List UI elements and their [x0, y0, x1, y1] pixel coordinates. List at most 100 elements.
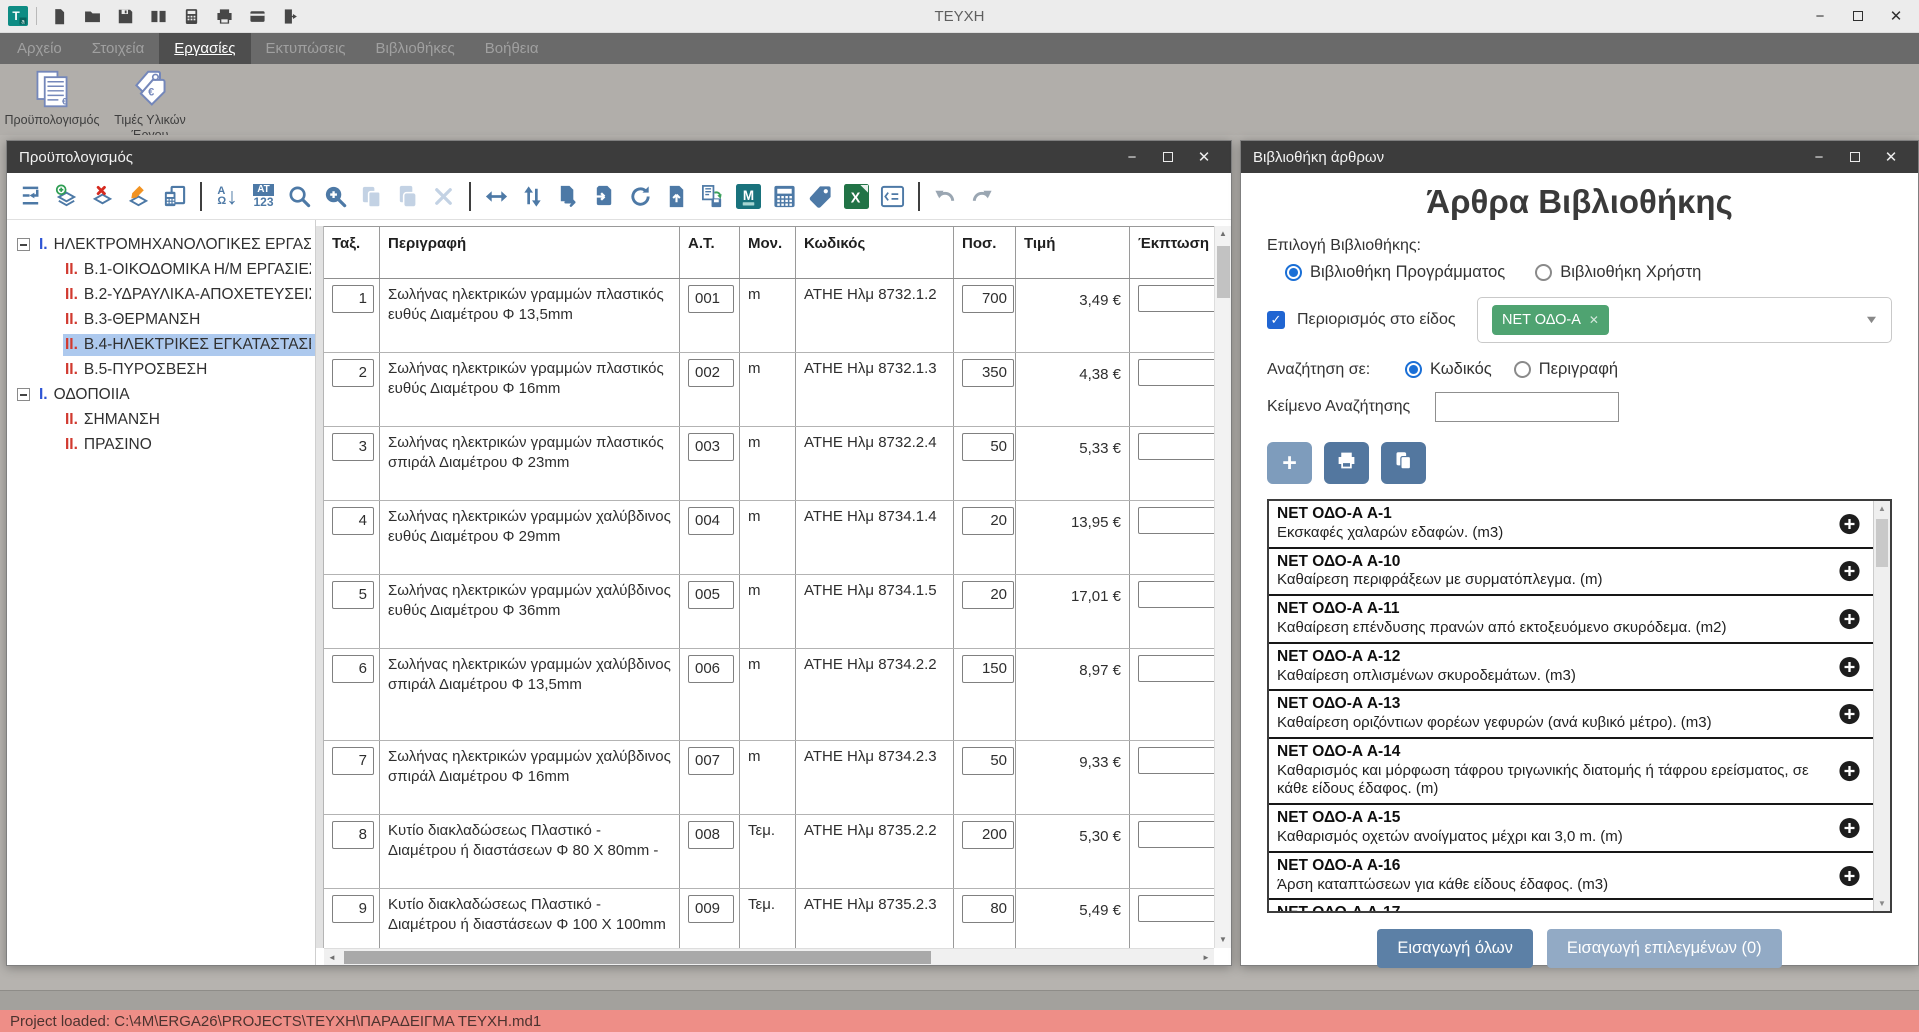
copy-button[interactable]	[1381, 442, 1426, 484]
save-icon[interactable]	[111, 4, 139, 28]
print-button[interactable]	[1324, 442, 1369, 484]
at-input[interactable]: 003	[688, 433, 734, 461]
article-item[interactable]: ΝΕΤ ΟΔΟ-Α Α-10 Καθαίρεση περιφράξεων με …	[1269, 549, 1873, 597]
add-article-plus-icon[interactable]	[1838, 512, 1861, 535]
scroll-thumb[interactable]	[1217, 246, 1230, 298]
tax-input[interactable]: 2	[332, 359, 374, 387]
add-item-icon[interactable]	[53, 183, 80, 210]
search-text-input[interactable]	[1435, 392, 1619, 422]
at-input[interactable]: 001	[688, 285, 734, 313]
tax-input[interactable]: 6	[332, 655, 374, 683]
book-icon[interactable]	[144, 4, 172, 28]
tax-input[interactable]: 5	[332, 581, 374, 609]
add-article-plus-icon[interactable]	[1838, 817, 1861, 840]
collapse-icon[interactable]	[17, 388, 30, 401]
add-article-plus-icon[interactable]	[1838, 703, 1861, 726]
budget-close-button[interactable]: ✕	[1189, 146, 1219, 168]
move-vertical-icon[interactable]	[519, 183, 546, 210]
library-minimize-button[interactable]: −	[1804, 146, 1834, 168]
at-input[interactable]: 005	[688, 581, 734, 609]
article-item[interactable]: ΝΕΤ ΟΔΟ-Α Α-1 Εκσκαφές χαλαρών εδαφών. (…	[1269, 501, 1873, 549]
table-row[interactable]: 7 Σωλήνας ηλεκτρικών γραμμών χαλύβδινος …	[324, 741, 1214, 815]
printer-icon[interactable]	[210, 4, 238, 28]
menu-item[interactable]: Βοήθεια	[470, 33, 554, 64]
new-file-icon[interactable]	[45, 4, 73, 28]
add-article-plus-icon[interactable]	[1838, 655, 1861, 678]
menu-item[interactable]: Βιβλιοθήκες	[361, 33, 470, 64]
export-doc-icon[interactable]	[555, 183, 582, 210]
chip-remove-icon[interactable]: ✕	[1589, 313, 1599, 327]
discount-input[interactable]	[1138, 285, 1214, 312]
table-row[interactable]: 4 Σωλήνας ηλεκτρικών γραμμών χαλύβδινος …	[324, 501, 1214, 575]
radio-program-library[interactable]: Βιβλιοθήκη Προγράμματος	[1285, 263, 1505, 282]
discount-input[interactable]	[1138, 747, 1214, 774]
menu-item[interactable]: Εργασίες	[159, 33, 250, 64]
hscroll-thumb[interactable]	[344, 951, 931, 964]
delete-item-icon[interactable]	[89, 183, 116, 210]
discount-input[interactable]	[1138, 821, 1214, 848]
add-article-plus-icon[interactable]	[1838, 864, 1861, 887]
menu-item[interactable]: Εκτυπώσεις	[251, 33, 361, 64]
radio-search-code[interactable]: Κωδικός	[1405, 360, 1492, 379]
add-article-plus-icon[interactable]	[1838, 607, 1861, 630]
tax-input[interactable]: 9	[332, 895, 374, 923]
discount-input[interactable]	[1138, 581, 1214, 608]
radio-search-description[interactable]: Περιγραφή	[1514, 360, 1618, 379]
import-doc-icon[interactable]	[591, 183, 618, 210]
tree-structure-icon[interactable]	[17, 183, 44, 210]
search-icon[interactable]	[286, 183, 313, 210]
tree-item[interactable]: II.Β.5-ΠΥΡΟΣΒΕΣΗ	[7, 357, 315, 382]
article-item[interactable]: ΝΕΤ ΟΔΟ-Α Α-15 Καθαρισμός οχετών ανοίγμα…	[1269, 805, 1873, 853]
tax-input[interactable]: 3	[332, 433, 374, 461]
tree-item[interactable]: I.ΟΔΟΠΟΙΙΑ	[7, 382, 315, 407]
restrict-checkbox[interactable]: ✓	[1267, 311, 1285, 329]
qty-input[interactable]: 80	[962, 895, 1014, 923]
at-input[interactable]: 007	[688, 747, 734, 775]
tax-input[interactable]: 1	[332, 285, 374, 313]
table-row[interactable]: 9 Κυτίο διακλαδώσεως Πλαστικό - Διαμέτρο…	[324, 889, 1214, 948]
sort-icon[interactable]: AΩ↓	[214, 183, 241, 210]
material-prices-ribbon-button[interactable]: € Τιμές Υλικών Έργου	[104, 67, 196, 132]
scroll-right-icon[interactable]: ►	[1198, 953, 1214, 962]
qty-input[interactable]: 700	[962, 285, 1014, 313]
qty-input[interactable]: 20	[962, 581, 1014, 609]
table-row[interactable]: 8 Κυτίο διακλαδώσεως Πλαστικό - Διαμέτρο…	[324, 815, 1214, 889]
tax-input[interactable]: 4	[332, 507, 374, 535]
kind-chip[interactable]: ΝΕΤ ΟΔΟ-Α ✕	[1492, 305, 1609, 335]
article-list-scrollbar[interactable]: ▲ ▼	[1873, 501, 1890, 911]
qty-input[interactable]: 20	[962, 507, 1014, 535]
exit-icon[interactable]	[276, 4, 304, 28]
excel-icon[interactable]: X	[843, 183, 870, 210]
radio-user-library[interactable]: Βιβλιοθήκη Χρήστη	[1535, 263, 1701, 282]
qty-input[interactable]: 50	[962, 747, 1014, 775]
library-close-button[interactable]: ✕	[1876, 146, 1906, 168]
discount-input[interactable]	[1138, 507, 1214, 534]
qty-input[interactable]: 50	[962, 433, 1014, 461]
menu-item[interactable]: Στοιχεία	[77, 33, 160, 64]
at-input[interactable]: 009	[688, 895, 734, 923]
article-item[interactable]: ΝΕΤ ΟΔΟ-Α Α-16 Άρση καταπτώσεων για κάθε…	[1269, 853, 1873, 901]
budget-minimize-button[interactable]: −	[1117, 146, 1147, 168]
open-folder-icon[interactable]	[78, 4, 106, 28]
redo-icon[interactable]	[968, 183, 995, 210]
scroll-down-icon[interactable]: ▼	[1219, 932, 1227, 948]
scroll-left-icon[interactable]: ◄	[324, 953, 340, 962]
close-button[interactable]: ✕	[1881, 4, 1911, 28]
article-item[interactable]: ΝΕΤ ΟΔΟ-Α Α-12 Καθαίρεση οπλισμένων σκυρ…	[1269, 644, 1873, 692]
library-maximize-button[interactable]	[1840, 146, 1870, 168]
at-input[interactable]: 002	[688, 359, 734, 387]
tax-input[interactable]: 7	[332, 747, 374, 775]
kind-combobox[interactable]: ΝΕΤ ΟΔΟ-Α ✕ ▼	[1477, 297, 1892, 343]
article-item[interactable]: ΝΕΤ ΟΔΟ-Α Α-13 Καθαίρεση οριζόντιων φορέ…	[1269, 691, 1873, 739]
word-icon[interactable]: M	[735, 183, 762, 210]
budget-maximize-button[interactable]	[1153, 146, 1183, 168]
card-icon[interactable]	[243, 4, 271, 28]
article-item[interactable]: ΝΕΤ ΟΔΟ-Α Α-14 Καθαρισμός και μόρφωση τά…	[1269, 739, 1873, 805]
discount-input[interactable]	[1138, 655, 1214, 682]
calculator-blue-icon[interactable]	[771, 183, 798, 210]
tree-item[interactable]: II.Β.3-ΘΕΡΜΑΝΣΗ	[7, 307, 315, 332]
article-item[interactable]: ΝΕΤ ΟΔΟ-Α Α-17 Καθαρισμός πρανών ανοιχτώ…	[1269, 900, 1873, 911]
upload-doc-icon[interactable]	[663, 183, 690, 210]
tree-item[interactable]: II.ΣΗΜΑΝΣΗ	[7, 407, 315, 432]
tree-item[interactable]: II.Β.1-ΟΙΚΟΔΟΜΙΚΑ Η/Μ ΕΡΓΑΣΙΕΣ	[7, 257, 315, 282]
